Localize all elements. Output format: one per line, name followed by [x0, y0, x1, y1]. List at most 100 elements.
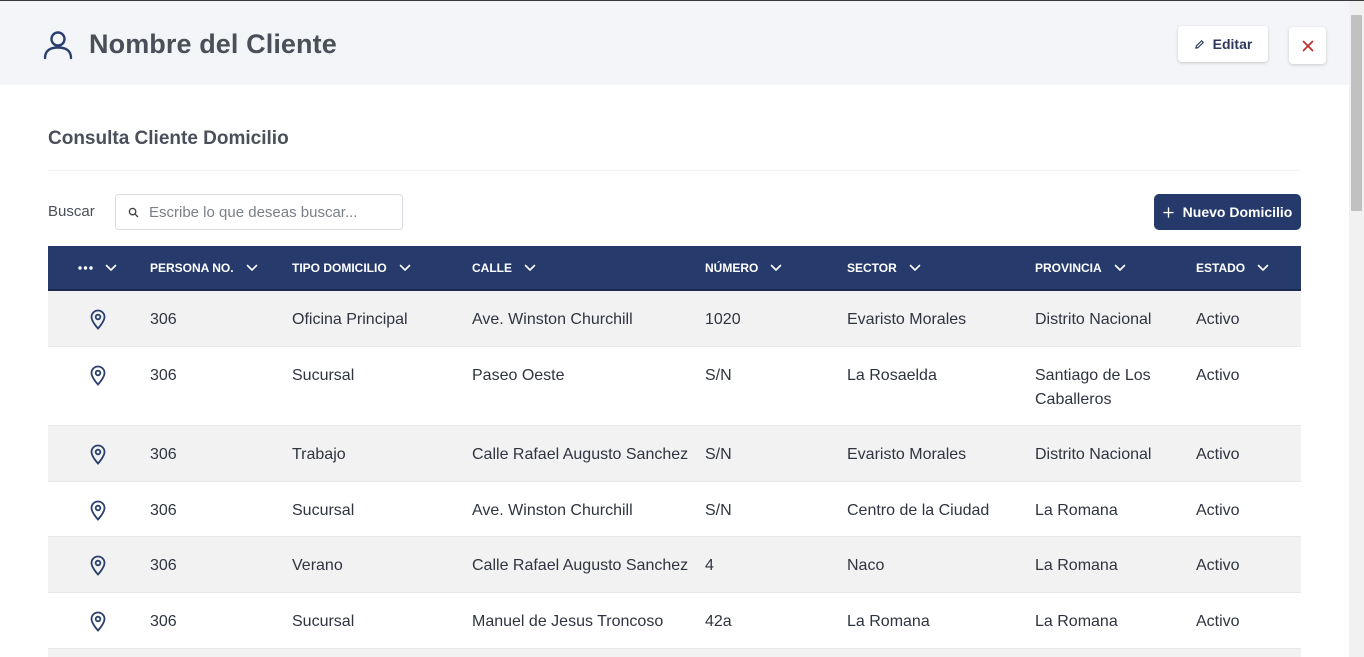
cell-sector: La Romana	[847, 613, 930, 630]
search-label: Buscar	[48, 203, 95, 220]
more-dots-icon	[78, 265, 93, 270]
table-header: PERSONA NO. TIPO DOMICILIO CALLE NÚMERO …	[48, 246, 1301, 291]
chevron-down-icon	[909, 264, 921, 271]
new-address-button[interactable]: Nuevo Domicilio	[1154, 194, 1301, 230]
column-tipo-domicilio[interactable]: TIPO DOMICILIO	[292, 246, 411, 289]
column-calle[interactable]: CALLE	[472, 246, 536, 289]
chevron-down-icon	[1114, 264, 1125, 271]
chevron-down-icon	[1257, 264, 1269, 271]
cell-estado: Activo	[1196, 613, 1240, 630]
column-sector-label: SECTOR	[847, 260, 897, 275]
search-field[interactable]	[115, 194, 403, 230]
section-divider	[48, 170, 1301, 171]
cell-estado: Activo	[1196, 446, 1240, 463]
map-pin-icon[interactable]	[90, 555, 106, 576]
page-title: Nombre del Cliente	[89, 29, 337, 59]
cell-provincia: Santiago de Los Caballeros	[1035, 364, 1151, 412]
table-row[interactable]	[48, 649, 1301, 657]
pencil-icon	[1194, 39, 1204, 49]
search-icon	[128, 207, 139, 217]
column-sector[interactable]: SECTOR	[847, 246, 921, 289]
cell-provincia: La Romana	[1035, 557, 1118, 574]
table-row[interactable]: 306 Verano Calle Rafael Augusto Sanchez …	[48, 537, 1301, 593]
cell-calle: Ave. Winston Churchill	[472, 502, 633, 519]
cell-tipo-domicilio: Sucursal	[292, 613, 355, 630]
cell-tipo-domicilio: Sucursal	[292, 502, 355, 519]
cell-persona: 306	[150, 502, 177, 519]
cell-persona: 306	[150, 311, 177, 328]
chevron-down-icon	[105, 264, 117, 271]
cell-sector: Centro de la Ciudad	[847, 502, 990, 519]
address-table: PERSONA NO. TIPO DOMICILIO CALLE NÚMERO …	[48, 246, 1301, 657]
column-numero[interactable]: NÚMERO	[705, 246, 782, 289]
map-pin-icon[interactable]	[90, 611, 106, 632]
edit-button-label: Editar	[1212, 36, 1253, 52]
search-input[interactable]	[149, 203, 389, 221]
cell-numero: 42a	[705, 613, 732, 630]
table-row[interactable]: 306 Trabajo Calle Rafael Augusto Sanchez…	[48, 426, 1301, 482]
cell-provincia: La Romana	[1035, 613, 1118, 630]
column-estado[interactable]: ESTADO	[1196, 246, 1269, 289]
cell-sector: Evaristo Morales	[847, 311, 967, 328]
map-pin-icon[interactable]	[90, 365, 106, 386]
close-icon	[1302, 40, 1313, 51]
section-title: Consulta Cliente Domicilio	[48, 128, 289, 149]
cell-provincia: Distrito Nacional	[1035, 446, 1152, 463]
column-provincia-label: PROVINCIA	[1035, 260, 1102, 275]
chevron-down-icon	[246, 264, 257, 271]
cell-persona: 306	[150, 557, 177, 574]
cell-numero: S/N	[705, 367, 732, 384]
cell-estado: Activo	[1196, 502, 1240, 519]
map-pin-icon[interactable]	[90, 500, 106, 521]
map-pin-icon[interactable]	[90, 444, 106, 465]
table-row[interactable]: 306 Oficina Principal Ave. Winston Churc…	[48, 291, 1301, 347]
column-provincia[interactable]: PROVINCIA	[1035, 246, 1126, 289]
cell-numero: 1020	[705, 311, 741, 328]
column-actions-menu[interactable]	[78, 246, 117, 289]
cell-sector: La Rosaelda	[847, 367, 937, 384]
column-numero-label: NÚMERO	[705, 260, 759, 275]
cell-persona: 306	[150, 446, 177, 463]
user-icon	[43, 31, 73, 60]
cell-provincia: Distrito Nacional	[1035, 311, 1152, 328]
map-pin-icon[interactable]	[90, 309, 106, 330]
table-row[interactable]: 306 Sucursal Manuel de Jesus Troncoso 42…	[48, 593, 1301, 649]
close-button[interactable]	[1289, 27, 1326, 64]
cell-sector: Evaristo Morales	[847, 446, 967, 463]
column-calle-label: CALLE	[472, 260, 512, 275]
column-estado-label: ESTADO	[1196, 260, 1246, 275]
column-persona[interactable]: PERSONA NO.	[150, 246, 258, 289]
cell-persona: 306	[150, 613, 177, 630]
new-address-button-label: Nuevo Domicilio	[1182, 204, 1293, 220]
table-row[interactable]: 306 Sucursal Ave. Winston Churchill S/N …	[48, 482, 1301, 537]
cell-calle: Paseo Oeste	[472, 367, 565, 384]
cell-estado: Activo	[1196, 367, 1240, 384]
cell-provincia-line: Caballeros	[1035, 391, 1112, 408]
cell-tipo-domicilio: Trabajo	[292, 446, 346, 463]
column-tipo-domicilio-label: TIPO DOMICILIO	[292, 260, 387, 275]
cell-numero: S/N	[705, 446, 732, 463]
cell-sector: Naco	[847, 557, 885, 574]
scrollbar-thumb[interactable]	[1351, 15, 1362, 211]
cell-tipo-domicilio: Sucursal	[292, 367, 355, 384]
chevron-down-icon	[524, 264, 536, 271]
cell-tipo-domicilio: Oficina Principal	[292, 311, 408, 328]
cell-calle: Manuel de Jesus Troncoso	[472, 613, 664, 630]
table-row[interactable]: 306 Sucursal Paseo Oeste S/N La Rosaelda…	[48, 347, 1301, 426]
cell-calle: Ave. Winston Churchill	[472, 311, 633, 328]
cell-numero: S/N	[705, 502, 732, 519]
cell-estado: Activo	[1196, 557, 1240, 574]
cell-persona: 306	[150, 367, 177, 384]
cell-estado: Activo	[1196, 311, 1240, 328]
cell-numero: 4	[705, 557, 714, 574]
cell-provincia: La Romana	[1035, 502, 1118, 519]
page-header: Nombre del Cliente Editar	[0, 1, 1349, 85]
chevron-down-icon	[771, 264, 782, 271]
column-persona-label: PERSONA NO.	[150, 260, 234, 275]
chevron-down-icon	[399, 264, 410, 271]
cell-tipo-domicilio: Verano	[292, 557, 343, 574]
edit-button[interactable]: Editar	[1178, 26, 1268, 62]
cell-provincia-line: Santiago de Los	[1035, 367, 1151, 384]
plus-icon	[1162, 206, 1174, 218]
cell-calle: Calle Rafael Augusto Sanchez	[472, 557, 689, 574]
